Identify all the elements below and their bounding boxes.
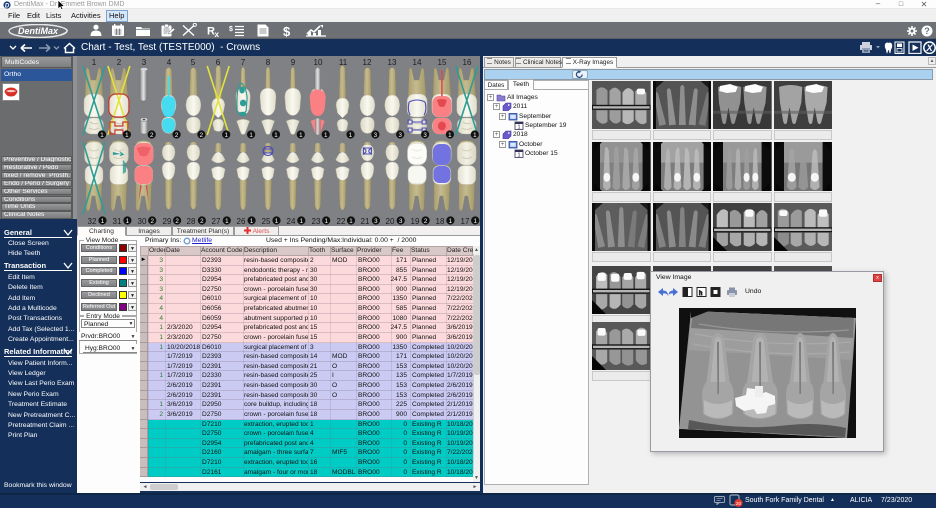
svg-text:3: 3 [374,218,378,225]
svg-text:27: 27 [212,217,221,226]
svg-text:20: 20 [386,217,395,226]
svg-text:1: 1 [125,132,129,139]
svg-text:1: 1 [473,132,477,139]
svg-text:?: ? [924,26,930,36]
svg-text:8: 8 [266,58,271,67]
svg-text:10: 10 [314,58,323,67]
svg-text:29: 29 [163,217,172,226]
svg-text:2: 2 [150,132,154,139]
svg-text:18: 18 [436,217,445,226]
svg-text:1: 1 [126,218,130,225]
svg-text:3: 3 [423,132,427,139]
svg-text:4: 4 [167,58,172,67]
svg-text:2: 2 [424,218,428,225]
svg-text:5: 5 [191,58,196,67]
svg-text:2: 2 [175,218,179,225]
svg-text:2: 2 [117,58,122,67]
svg-text:1: 1 [100,132,104,139]
svg-text:3: 3 [374,132,378,139]
svg-text:16: 16 [463,58,472,67]
svg-text:23: 23 [312,217,321,226]
svg-text:24: 24 [287,217,296,226]
svg-text:13: 13 [388,58,397,67]
svg-text:7: 7 [241,58,246,67]
svg-text:1: 1 [299,132,303,139]
svg-text:17: 17 [461,217,470,226]
svg-text:1: 1 [92,58,97,67]
svg-text:1: 1 [349,132,353,139]
svg-text:32: 32 [88,217,97,226]
svg-text:DentiMax: DentiMax [18,26,59,36]
svg-text:1: 1 [448,132,452,139]
svg-text:1: 1 [249,132,253,139]
svg-text:1: 1 [224,132,228,139]
svg-text:30: 30 [138,217,147,226]
svg-text:3: 3 [399,218,403,225]
svg-text:22: 22 [337,217,346,226]
svg-text:1: 1 [275,218,279,225]
svg-text:$: $ [229,26,233,33]
svg-text:1: 1 [300,218,304,225]
svg-text:12: 12 [363,58,372,67]
svg-text:txt: txt [864,49,868,53]
svg-text:3: 3 [398,132,402,139]
svg-text:1: 1 [225,218,229,225]
svg-text:$: $ [283,24,291,38]
svg-text:20: 20 [736,501,742,506]
svg-text:3: 3 [142,58,147,67]
svg-text:14: 14 [413,58,422,67]
svg-text:1: 1 [473,218,477,225]
svg-text:26: 26 [237,217,246,226]
svg-text:2: 2 [175,132,179,139]
svg-text:15: 15 [438,58,447,67]
svg-text:1: 1 [517,152,520,157]
svg-text:1: 1 [349,218,353,225]
svg-text:h: h [699,291,702,297]
svg-text:2: 2 [150,218,154,225]
svg-text:1: 1 [517,124,520,129]
svg-text:31: 31 [113,217,122,226]
svg-text:2: 2 [200,218,204,225]
svg-text:1: 1 [274,132,278,139]
svg-text:x: x [215,30,220,38]
svg-text:X: X [925,43,933,54]
svg-text:19: 19 [411,217,420,226]
svg-text:9: 9 [291,58,296,67]
svg-text:1: 1 [449,218,453,225]
svg-text:25: 25 [262,217,271,226]
svg-text:2: 2 [200,132,204,139]
svg-text:1: 1 [250,218,254,225]
svg-text:21: 21 [361,217,370,226]
svg-text:28: 28 [187,217,196,226]
svg-text:1: 1 [101,218,105,225]
svg-text:1: 1 [324,132,328,139]
svg-text:1: 1 [324,218,328,225]
